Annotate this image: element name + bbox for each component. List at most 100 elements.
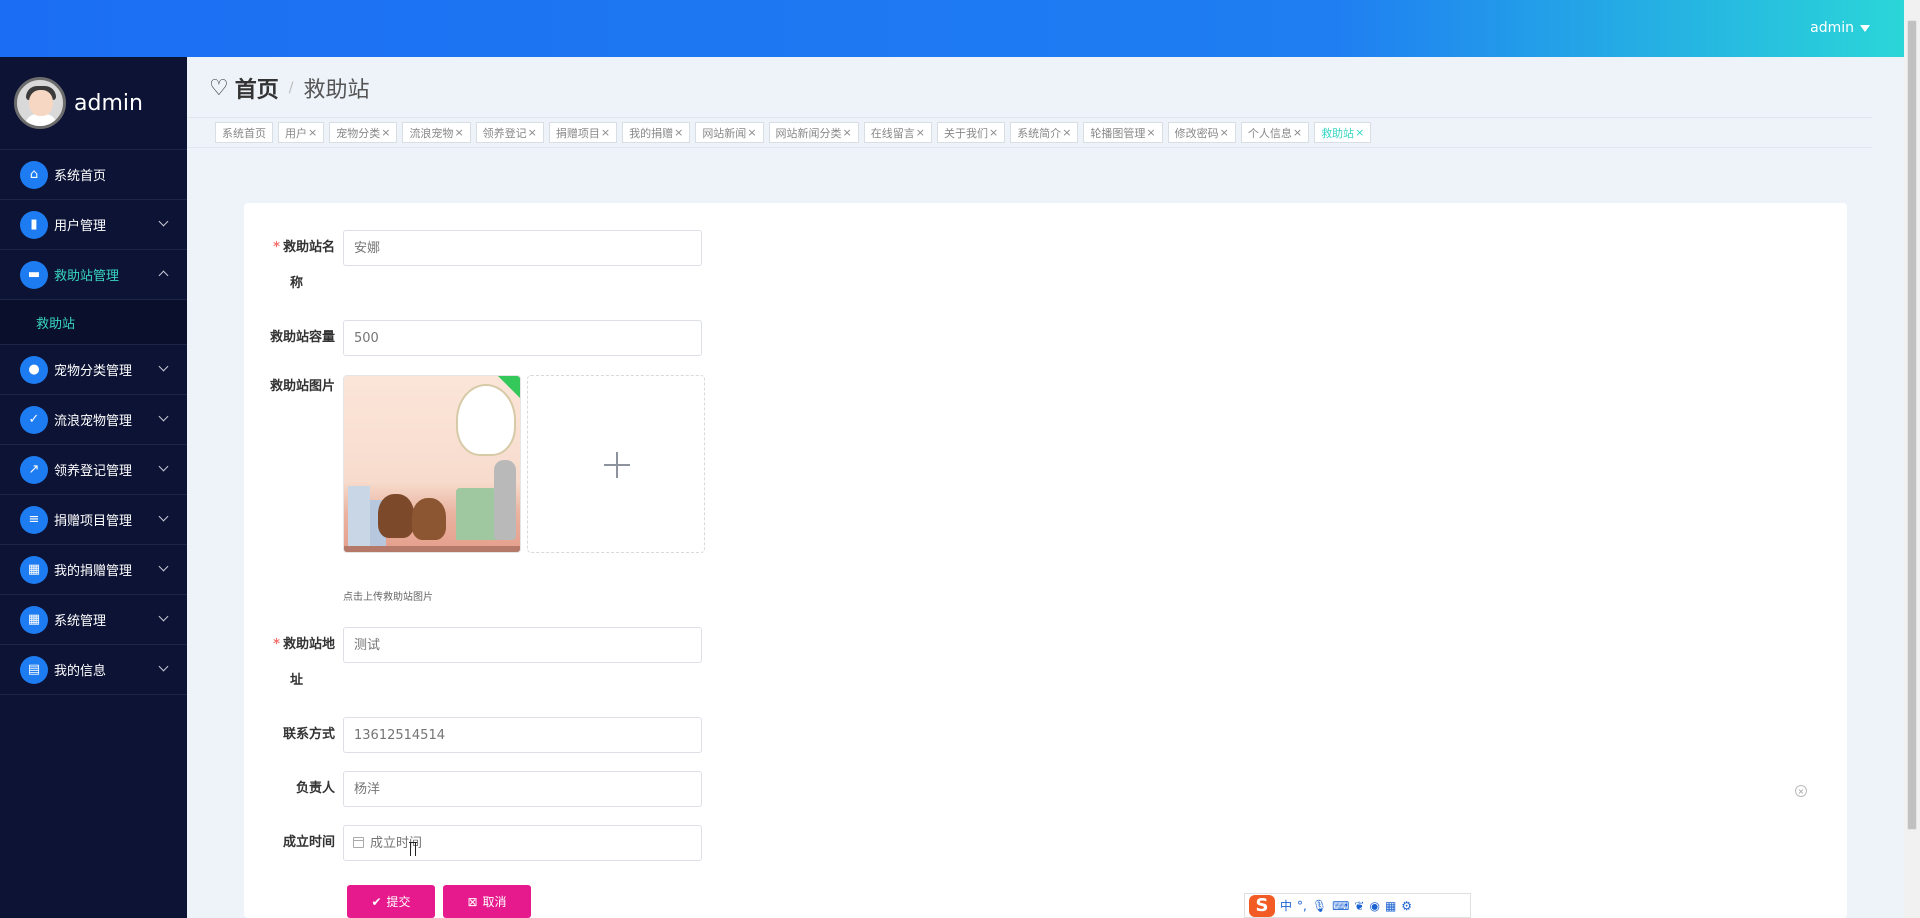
uploaded-image-thumbnail[interactable] xyxy=(343,375,521,553)
sidebar-item-rescue-station[interactable]: ▬ 救助站管理 xyxy=(0,250,187,300)
close-icon[interactable]: × xyxy=(381,126,390,139)
sidebar-item-users[interactable]: ▮ 用户管理 xyxy=(0,200,187,250)
sidebar-item-my-donations[interactable]: ▦ 我的捐赠管理 xyxy=(0,545,187,595)
tag-news[interactable]: 网站新闻 × xyxy=(695,122,764,143)
address-input[interactable] xyxy=(343,627,702,663)
tag-news-category[interactable]: 网站新闻分类 × xyxy=(768,122,859,143)
close-icon[interactable]: × xyxy=(989,126,998,139)
robot-icon[interactable]: ◉ xyxy=(1369,899,1379,913)
manager-input[interactable] xyxy=(343,771,702,807)
field-label-address: * 救助站地 址 xyxy=(273,637,335,688)
chevron-down-icon xyxy=(158,216,169,227)
tag-adoption[interactable]: 领养登记 × xyxy=(475,122,544,143)
user-menu[interactable]: admin xyxy=(1810,20,1870,36)
tag-home[interactable]: 系统首页 xyxy=(215,122,273,143)
ime-punctuation[interactable]: °, xyxy=(1297,899,1307,913)
sidebar-item-donation-projects[interactable]: ≡ 捐赠项目管理 xyxy=(0,495,187,545)
clear-circle-icon[interactable]: × xyxy=(1795,785,1807,797)
tag-messages[interactable]: 在线留言 × xyxy=(863,122,932,143)
sidebar-item-label: 我的信息 xyxy=(54,664,107,679)
close-icon[interactable]: × xyxy=(1146,126,1155,139)
submit-button[interactable]: ✔ 提交 xyxy=(347,885,435,918)
tag-system-intro[interactable]: 系统简介 × xyxy=(1010,122,1079,143)
tag-label: 捐赠项目 xyxy=(555,126,600,140)
tag-about[interactable]: 关于我们 × xyxy=(936,122,1006,143)
sidebar-item-system[interactable]: ▦ 系统管理 xyxy=(0,595,187,645)
person-icon: ● xyxy=(20,355,48,384)
sidebar-item-label: 系统管理 xyxy=(54,614,107,629)
briefcase-icon: ▬ xyxy=(20,260,48,289)
keyboard-icon[interactable]: ⌨ xyxy=(1332,899,1349,913)
tag-label: 领养登记 xyxy=(482,126,527,140)
tag-label: 修改密码 xyxy=(1174,126,1219,140)
sidebar-subitem-rescue-station[interactable]: 救助站 xyxy=(0,300,187,345)
form-row-founded: 成立时间 xyxy=(244,825,702,861)
close-icon[interactable]: × xyxy=(308,126,317,139)
clipboard-icon: ✓ xyxy=(20,405,48,434)
tag-rescue-station[interactable]: 救助站 × xyxy=(1314,122,1372,143)
microphone-icon[interactable]: 🎙 xyxy=(1312,899,1327,913)
close-icon[interactable]: × xyxy=(674,126,683,139)
contact-input[interactable] xyxy=(343,717,702,753)
cancel-button[interactable]: ⊠ 取消 xyxy=(443,885,531,918)
close-icon[interactable]: × xyxy=(601,126,610,139)
close-icon[interactable]: × xyxy=(1220,126,1229,139)
field-label-image: 救助站图片 xyxy=(269,379,335,394)
form-row-contact: 联系方式 xyxy=(244,717,702,753)
field-label-founded: 成立时间 xyxy=(282,835,335,850)
close-icon[interactable]: × xyxy=(454,126,463,139)
tag-change-password[interactable]: 修改密码 × xyxy=(1167,122,1236,143)
sidebar-item-label: 用户管理 xyxy=(54,219,107,234)
tag-carousel[interactable]: 轮播图管理 × xyxy=(1083,122,1163,143)
close-icon[interactable]: × xyxy=(528,126,537,139)
tag-donation-projects[interactable]: 捐赠项目 × xyxy=(548,122,618,143)
breadcrumb: ♡ 首页 / 救助站 xyxy=(209,72,369,104)
chevron-down-icon xyxy=(158,611,169,622)
tag-label: 关于我们 xyxy=(943,126,988,140)
skin-icon[interactable]: ❦ xyxy=(1354,899,1364,913)
tag-pet-category[interactable]: 宠物分类 × xyxy=(329,122,398,143)
tag-label: 系统简介 xyxy=(1017,126,1062,140)
user-name: admin xyxy=(1810,20,1854,36)
page-scrollbar[interactable] xyxy=(1904,0,1920,918)
tag-stray-pets[interactable]: 流浪宠物 × xyxy=(402,122,471,143)
card-icon: ▤ xyxy=(20,655,48,684)
tag-profile[interactable]: 个人信息 × xyxy=(1240,122,1310,143)
close-icon[interactable]: × xyxy=(916,126,925,139)
sidebar-item-stray-pets[interactable]: ✓ 流浪宠物管理 xyxy=(0,395,187,445)
close-icon[interactable]: × xyxy=(747,126,756,139)
calendar-icon xyxy=(353,837,364,848)
chevron-down-icon xyxy=(158,511,169,522)
ime-toolbar: S 中 °, 🎙 ⌨ ❦ ◉ ▦ ⚙ xyxy=(1244,893,1471,918)
close-icon[interactable]: × xyxy=(1293,126,1302,139)
profile-name: admin xyxy=(74,90,143,116)
close-icon[interactable]: × xyxy=(843,126,852,139)
sogou-logo-icon[interactable]: S xyxy=(1249,894,1275,917)
form-card: *救助站名 称 救助站容量 救助站图片 点击上传救助站图片 *救助站地 xyxy=(244,203,1847,918)
close-icon[interactable]: × xyxy=(1062,126,1071,139)
ime-mode[interactable]: 中 xyxy=(1280,897,1292,914)
scrollbar-thumb[interactable] xyxy=(1907,20,1917,830)
sidebar-item-home[interactable]: ⌂ 系统首页 xyxy=(0,150,187,200)
upload-add-button[interactable] xyxy=(527,375,705,553)
name-input[interactable] xyxy=(343,230,702,266)
sidebar-item-pet-category[interactable]: ● 宠物分类管理 xyxy=(0,345,187,395)
grid-icon[interactable]: ▦ xyxy=(1385,899,1396,913)
tag-users[interactable]: 用户 × xyxy=(278,122,325,143)
avatar xyxy=(14,77,66,129)
tag-my-donations[interactable]: 我的捐赠 × xyxy=(622,122,691,143)
capacity-input[interactable] xyxy=(343,320,702,356)
founded-date-picker[interactable] xyxy=(343,825,702,861)
sidebar-item-my-info[interactable]: ▤ 我的信息 xyxy=(0,645,187,695)
sidebar-item-adoption[interactable]: ↗ 领养登记管理 xyxy=(0,445,187,495)
sidebar-item-label: 领养登记管理 xyxy=(54,464,133,479)
field-label-name: * 救助站名 称 xyxy=(273,240,335,291)
grid-icon: ▦ xyxy=(20,605,48,634)
settings-icon[interactable]: ⚙ xyxy=(1401,899,1412,913)
breadcrumb-home[interactable]: 首页 xyxy=(235,72,279,104)
form-row-manager: 负责人 xyxy=(244,771,702,807)
close-icon[interactable]: × xyxy=(1355,126,1364,139)
sidebar: admin ⌂ 系统首页 ▮ 用户管理 ▬ 救助站管理 救助站 ● 宠物分类管理… xyxy=(0,57,187,918)
upload-hint: 点击上传救助站图片 xyxy=(343,592,433,603)
chart-icon: ↗ xyxy=(20,455,48,484)
